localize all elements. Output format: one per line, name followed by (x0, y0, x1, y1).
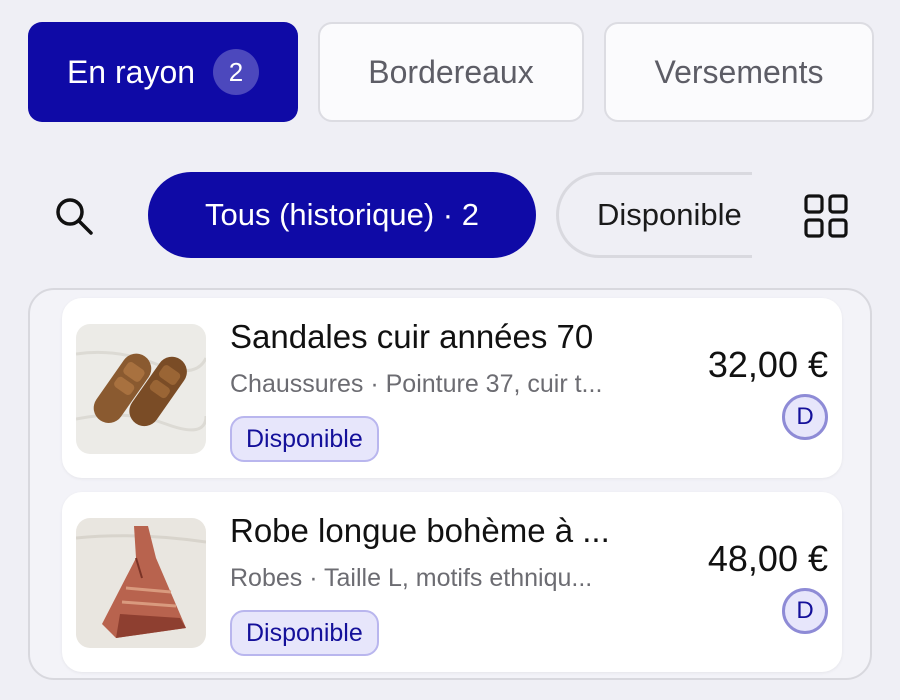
item-title: Robe longue bohème à ... (230, 512, 610, 549)
filter-chip-tous[interactable]: Tous (historique) · 2 (148, 172, 536, 258)
chip-label: Tous (historique) · 2 (205, 197, 479, 232)
tab-label: En rayon (66, 53, 196, 90)
tab-bordereaux[interactable]: Bordereaux (318, 22, 584, 122)
item-price: 48,00 € (707, 538, 828, 579)
tab-en-rayon[interactable]: En rayon 2 (28, 22, 298, 122)
chip-label: Disponible (597, 197, 742, 232)
filter-chip-disponible[interactable]: Disponible (556, 172, 752, 258)
filter-chip-scroller[interactable]: Disponible (556, 172, 752, 260)
item-title: Sandales cuir années 70 (230, 318, 594, 355)
tab-count-badge: 2 (213, 49, 260, 95)
avatar: D (782, 394, 828, 440)
filter-bar: Tous (historique) · 2 Disponible (0, 172, 900, 260)
status-badge: Disponible (230, 416, 379, 462)
item-thumbnail (76, 518, 206, 648)
items-list[interactable]: Sandales cuir années 70 Chaussures · Poi… (28, 288, 872, 680)
grid-icon[interactable] (804, 194, 848, 238)
search-icon[interactable] (50, 192, 98, 240)
status-badge: Disponible (230, 610, 379, 656)
tab-label: Versements (654, 53, 824, 90)
item-price: 32,00 € (707, 344, 828, 385)
avatar: D (782, 588, 828, 634)
list-item[interactable]: Robe longue bohème à ... Robes · Taille … (62, 492, 842, 672)
item-thumbnail (76, 324, 206, 454)
list-item[interactable]: Sandales cuir années 70 Chaussures · Poi… (62, 298, 842, 478)
tab-label: Bordereaux (368, 53, 534, 90)
item-subtitle: Robes · Taille L, motifs ethniqu... (230, 564, 593, 592)
item-subtitle: Chaussures · Pointure 37, cuir t... (230, 370, 603, 398)
tab-versements[interactable]: Versements (604, 22, 874, 122)
top-tabs: En rayon 2 Bordereaux Versements (28, 22, 874, 122)
